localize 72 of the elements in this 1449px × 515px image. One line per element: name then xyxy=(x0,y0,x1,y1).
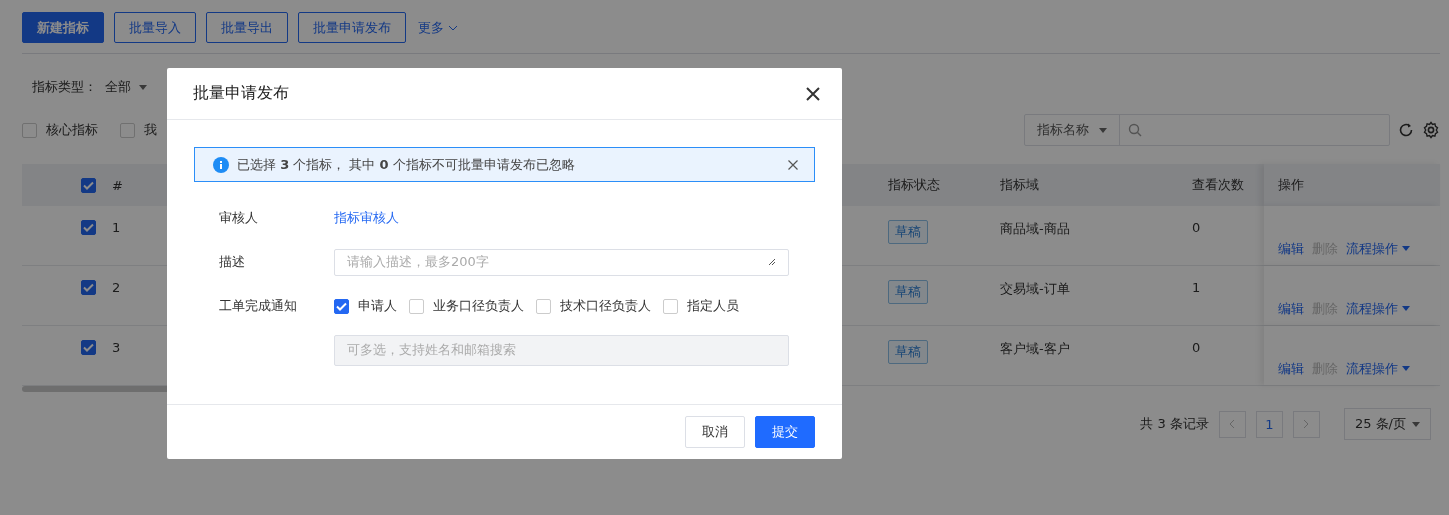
checkbox[interactable] xyxy=(334,298,349,314)
checkbox[interactable] xyxy=(81,280,96,295)
checkbox-label: 核心指标 xyxy=(46,121,98,139)
status-tag: 草稿 xyxy=(888,280,928,304)
column-header: 指标状态 xyxy=(888,176,941,194)
caret-icon xyxy=(1412,421,1420,427)
page-button[interactable]: 1 xyxy=(1255,410,1283,438)
action-link[interactable]: 编辑 xyxy=(1278,292,1304,325)
checkbox-label: 技术口径负责人 xyxy=(560,297,651,315)
table-cell-text: 0 xyxy=(1192,339,1202,355)
checkbox-label: 申请人 xyxy=(358,297,397,315)
people-select-field[interactable]: 可多选，支持姓名和邮箱搜索 xyxy=(334,334,789,366)
more-dropdown[interactable]: 更多 xyxy=(416,12,460,43)
checkbox-label: 我 xyxy=(144,121,157,139)
action-link[interactable]: 流程操作 xyxy=(1346,232,1410,265)
status-tag: 草稿 xyxy=(888,340,928,364)
toolbar-button[interactable]: 批量导入 xyxy=(114,12,196,43)
toolbar-button[interactable]: 批量申请发布 xyxy=(298,12,406,43)
submit-button[interactable]: 提交 xyxy=(755,416,815,448)
filter-value[interactable]: 全部 xyxy=(105,78,131,96)
toolbar-button[interactable]: 新建指标 xyxy=(22,12,104,43)
checkbox-label: 指定人员 xyxy=(687,297,739,315)
table-cell-text: 交易域-订单 xyxy=(1000,280,1071,298)
checkbox[interactable] xyxy=(81,340,96,355)
caret-icon xyxy=(1099,127,1107,133)
action-link[interactable]: 流程操作 xyxy=(1346,352,1410,385)
total-count: 共 3 条记录 xyxy=(1140,415,1209,433)
close-icon[interactable] xyxy=(806,86,820,101)
page-size-select[interactable]: 25 条/页 xyxy=(1343,408,1431,440)
chevron-right-icon xyxy=(1303,419,1310,429)
refresh-icon[interactable] xyxy=(1398,122,1414,138)
chevron-down-icon xyxy=(448,24,458,31)
action-link[interactable]: 编辑 xyxy=(1278,352,1304,385)
form-label: 审核人 xyxy=(219,209,259,227)
caret-icon xyxy=(1402,306,1410,311)
checkbox-label: 业务口径负责人 xyxy=(433,297,524,315)
close-icon[interactable] xyxy=(788,159,798,170)
form-label: 工单完成通知 xyxy=(219,297,298,315)
column-header: 查看次数 xyxy=(1192,176,1245,194)
column-header: 指标域 xyxy=(1000,176,1040,194)
caret-icon xyxy=(139,84,147,90)
cancel-button[interactable]: 取消 xyxy=(685,416,745,448)
table-cell-text: 0 xyxy=(1192,219,1202,235)
search-field[interactable]: 指标名称 xyxy=(1024,114,1390,146)
caret-icon xyxy=(1402,366,1410,371)
table-cell-text: 客户域-客户 xyxy=(1000,340,1071,358)
form-label: 描述 xyxy=(219,253,246,271)
column-header: # xyxy=(112,177,124,193)
column-header: 操作 xyxy=(1264,164,1440,206)
modal-title: 批量申请发布 xyxy=(193,83,289,104)
settings-icon[interactable] xyxy=(1422,121,1440,139)
caret-icon xyxy=(1402,246,1410,251)
checkbox[interactable] xyxy=(81,220,96,235)
status-tag: 草稿 xyxy=(888,220,928,244)
alert-message: 已选择 3 个指标， 其中 0 个指标不可批量申请发布已忽略 xyxy=(237,155,576,174)
table-cell-text: 2 xyxy=(112,279,122,295)
table-cell-text: 3 xyxy=(112,339,122,355)
search-icon xyxy=(1128,123,1142,137)
table-cell-text: 1 xyxy=(1192,279,1202,295)
info-icon xyxy=(213,156,229,173)
table-cell-text: 1 xyxy=(112,219,122,235)
reviewer-link[interactable]: 指标审核人 xyxy=(334,209,399,227)
action-link[interactable]: 编辑 xyxy=(1278,232,1304,265)
filter-label: 指标类型： xyxy=(32,78,97,96)
checkbox[interactable] xyxy=(81,177,96,193)
resize-handle-icon xyxy=(768,258,776,266)
search-type[interactable]: 指标名称 xyxy=(1037,121,1089,139)
description-field[interactable]: 请输入描述，最多200字 xyxy=(334,248,789,276)
table-cell-text: 商品域-商品 xyxy=(1000,220,1071,238)
chevron-left-icon xyxy=(1229,419,1236,429)
toolbar-button[interactable]: 批量导出 xyxy=(206,12,288,43)
action-link[interactable]: 流程操作 xyxy=(1346,292,1410,325)
